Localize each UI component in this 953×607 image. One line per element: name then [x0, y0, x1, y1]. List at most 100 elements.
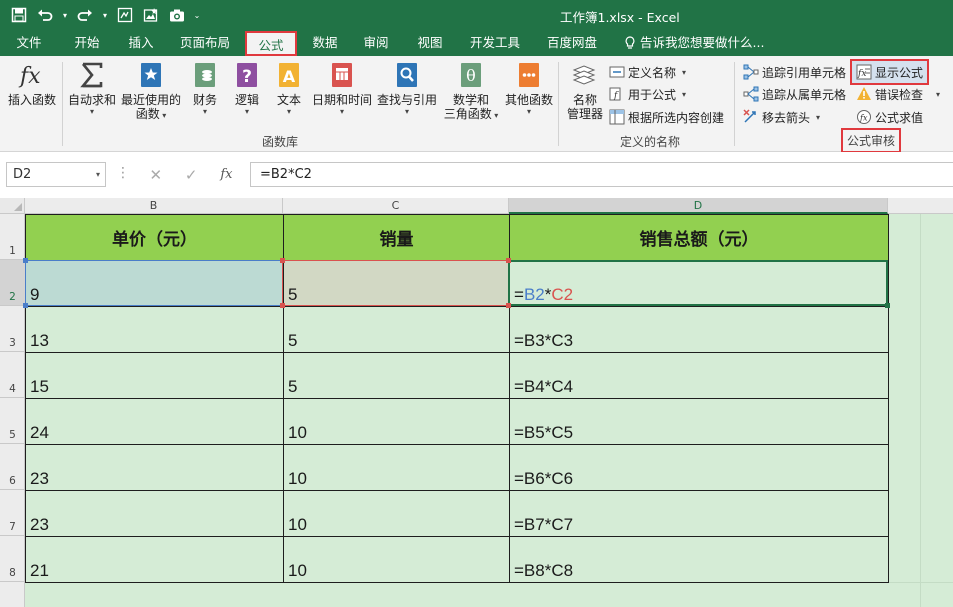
cell-c7[interactable]: 10: [283, 490, 510, 537]
cancel-icon[interactable]: ✕: [149, 166, 162, 184]
undo-dropdown-icon[interactable]: ▾: [60, 11, 70, 20]
cell-d2[interactable]: =B2*C2: [509, 260, 889, 307]
cell-d8[interactable]: =B8*C8: [509, 536, 889, 583]
cell-c3[interactable]: 5: [283, 306, 510, 353]
cell-b7[interactable]: 23: [25, 490, 284, 537]
column-header-d[interactable]: D: [509, 198, 888, 214]
redo-icon[interactable]: [74, 4, 96, 26]
date-time-button[interactable]: 日期和时间 ▾: [311, 60, 373, 117]
lookup-book-icon: [392, 60, 422, 90]
formula-bar-grip-icon[interactable]: ⋮: [116, 166, 130, 180]
chevron-down-icon: ▾: [816, 112, 821, 122]
camera-icon[interactable]: [166, 4, 188, 26]
svg-text:θ: θ: [466, 66, 476, 85]
logical-button[interactable]: ? 逻辑 ▾: [229, 60, 265, 117]
image-icon[interactable]: [140, 4, 162, 26]
cell-c8[interactable]: 10: [283, 536, 510, 583]
use-in-formula-button[interactable]: f 用于公式 ▾: [609, 84, 686, 104]
create-from-selection-button[interactable]: 根据所选内容创建: [609, 107, 724, 127]
formula-input[interactable]: =B2*C2: [250, 162, 953, 187]
text-button[interactable]: A 文本 ▾: [270, 60, 308, 117]
cell-d3[interactable]: =B3*C3: [509, 306, 889, 353]
tab-page-layout[interactable]: 页面布局: [172, 30, 238, 56]
column-header-e[interactable]: [888, 198, 953, 214]
row-header-1[interactable]: 1: [0, 214, 25, 260]
row-header-8[interactable]: 8: [0, 536, 25, 582]
header-total-sales[interactable]: 销售总额（元）: [509, 214, 889, 261]
name-manager-button[interactable]: 名称 管理器: [563, 60, 607, 121]
range-handle[interactable]: [280, 258, 285, 263]
cell-c6[interactable]: 10: [283, 444, 510, 491]
row-header-3[interactable]: 3: [0, 306, 25, 352]
tab-developer[interactable]: 开发工具: [463, 30, 527, 56]
cell-d5[interactable]: =B5*C5: [509, 398, 889, 445]
tab-view[interactable]: 视图: [407, 30, 453, 56]
error-checking-button[interactable]: 错误检查 ▾: [856, 84, 940, 104]
cell-b4[interactable]: 15: [25, 352, 284, 399]
more-functions-button[interactable]: 其他函数 ▾: [503, 60, 555, 117]
tell-me-box[interactable]: 告诉我您想要做什么...: [624, 30, 764, 56]
row-header-4[interactable]: 4: [0, 352, 25, 398]
cell-d6[interactable]: =B6*C6: [509, 444, 889, 491]
show-formulas-button[interactable]: fx 显示公式: [849, 59, 930, 85]
customize-qat-icon[interactable]: ⌄: [192, 11, 202, 20]
tab-home[interactable]: 开始: [64, 30, 110, 56]
range-handle[interactable]: [506, 258, 511, 263]
define-name-button[interactable]: 定义名称 ▾: [609, 62, 686, 82]
select-all-button[interactable]: [0, 198, 25, 214]
recently-used-button[interactable]: 最近使用的 函数 ▾: [119, 60, 183, 121]
insert-function-button[interactable]: fx 插入函数: [4, 60, 60, 107]
range-handle[interactable]: [506, 303, 511, 308]
trace-dependents-button[interactable]: 追踪从属单元格: [743, 84, 846, 104]
chevron-down-icon[interactable]: ▾: [96, 163, 100, 186]
cell-b8[interactable]: 21: [25, 536, 284, 583]
tab-baidu-netdisk[interactable]: 百度网盘: [540, 30, 604, 56]
range-handle[interactable]: [23, 303, 28, 308]
chevron-down-icon: ▾: [682, 67, 687, 77]
cell-c2[interactable]: 5: [283, 260, 510, 307]
cell-c4[interactable]: 5: [283, 352, 510, 399]
save-icon[interactable]: [8, 4, 30, 26]
tab-insert[interactable]: 插入: [118, 30, 164, 56]
tab-formulas[interactable]: 公式: [245, 31, 297, 56]
print-preview-icon[interactable]: [114, 4, 136, 26]
tab-review[interactable]: 审阅: [353, 30, 399, 56]
header-unit-price[interactable]: 单价（元）: [25, 214, 284, 261]
text-book-icon: A: [274, 60, 304, 90]
column-header-b[interactable]: B: [25, 198, 283, 214]
redo-dropdown-icon[interactable]: ▾: [100, 11, 110, 20]
cell-b3[interactable]: 13: [25, 306, 284, 353]
undo-icon[interactable]: [34, 4, 56, 26]
header-quantity[interactable]: 销量: [283, 214, 510, 261]
trace-dependents-label: 追踪从属单元格: [762, 87, 847, 102]
svg-text:fx: fx: [857, 69, 866, 79]
row-header-9[interactable]: [0, 582, 25, 607]
row-header-2[interactable]: 2: [0, 260, 25, 306]
lookup-reference-button[interactable]: 查找与引用 ▾: [376, 60, 438, 117]
enter-icon[interactable]: ✓: [185, 166, 198, 184]
row-header-6[interactable]: 6: [0, 444, 25, 490]
cell-d7[interactable]: =B7*C7: [509, 490, 889, 537]
autosum-button[interactable]: 自动求和 ▾: [66, 60, 118, 117]
tab-data[interactable]: 数据: [302, 30, 348, 56]
cell-b2[interactable]: 9: [25, 260, 284, 307]
cell-c5[interactable]: 10: [283, 398, 510, 445]
evaluate-formula-button[interactable]: fx 公式求值: [856, 107, 923, 127]
trace-precedents-button[interactable]: 追踪引用单元格: [743, 62, 846, 82]
remove-arrows-button[interactable]: 移去箭头 ▾: [743, 107, 820, 127]
name-box[interactable]: D2 ▾: [6, 162, 106, 187]
cell-b6[interactable]: 23: [25, 444, 284, 491]
row-header-5[interactable]: 5: [0, 398, 25, 444]
cell-b5[interactable]: 24: [25, 398, 284, 445]
tab-file[interactable]: 文件: [6, 30, 52, 56]
column-header-c[interactable]: C: [283, 198, 509, 214]
range-handle[interactable]: [23, 258, 28, 263]
fill-handle[interactable]: [885, 303, 890, 308]
financial-button[interactable]: 财务 ▾: [185, 60, 225, 117]
math-trig-button[interactable]: θ 数学和 三角函数 ▾: [441, 60, 501, 121]
range-handle[interactable]: [280, 303, 285, 308]
insert-function-icon[interactable]: fx: [220, 167, 232, 182]
row-header-7[interactable]: 7: [0, 490, 25, 536]
cell-d4[interactable]: =B4*C4: [509, 352, 889, 399]
insert-function-label: 插入函数: [7, 93, 56, 107]
